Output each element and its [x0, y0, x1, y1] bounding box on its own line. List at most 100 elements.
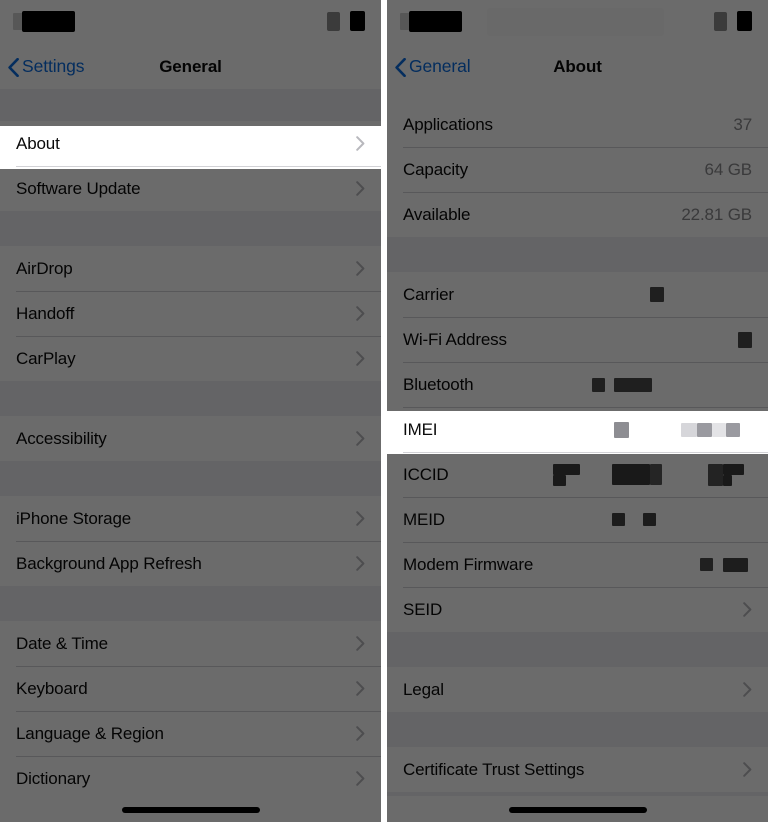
section-gap [0, 461, 381, 496]
status-bar-time-redacted [409, 11, 462, 32]
status-bar-indicators [327, 11, 365, 31]
list-item-label: Photos [403, 89, 455, 90]
list-item-label: Modem Firmware [403, 554, 534, 574]
row-accessory [350, 136, 365, 151]
list-item-label: Language & Region [16, 723, 164, 743]
list-item-carrier[interactable]: Carrier [387, 272, 768, 317]
list-item-airdrop[interactable]: AirDrop [0, 246, 381, 291]
list-item-label: Date & Time [16, 633, 108, 653]
back-button-general[interactable]: General [395, 45, 471, 89]
list-item-seid[interactable]: SEID [387, 587, 768, 632]
list-item-label: Wi-Fi Address [403, 329, 507, 349]
list-item-label: Applications [403, 114, 493, 134]
redaction-block [738, 331, 752, 348]
list-item-applications[interactable]: Applications 37 [387, 102, 768, 147]
chevron-right-icon [356, 681, 365, 696]
about-group-2: Carrier Wi-Fi Address Bluetooth IMEI ICC… [387, 272, 768, 632]
redaction-block [614, 421, 629, 438]
list-item-background-app-refresh[interactable]: Background App Refresh [0, 541, 381, 586]
redacted-value-modem-firmware [700, 557, 748, 572]
battery-icon [350, 11, 365, 31]
panel-divider [381, 0, 387, 822]
redaction-block [650, 463, 662, 485]
back-button-settings[interactable]: Settings [8, 45, 85, 89]
list-item-handoff[interactable]: Handoff [0, 291, 381, 336]
list-item-modem-firmware[interactable]: Modem Firmware [387, 542, 768, 587]
signal-icon [714, 11, 727, 31]
chevron-right-icon [356, 556, 365, 571]
settings-group-4: iPhone Storage Background App Refresh [0, 496, 381, 586]
list-item-photos[interactable]: Photos 3,228 [387, 89, 768, 102]
settings-group-3: Accessibility [0, 416, 381, 461]
chevron-right-icon [356, 726, 365, 741]
list-item-iccid[interactable]: ICCID [387, 452, 768, 497]
chevron-right-icon [743, 762, 752, 777]
chevron-right-icon [356, 351, 365, 366]
about-group-4: Certificate Trust Settings [387, 747, 768, 792]
redacted-value-iccid [553, 463, 744, 486]
list-item-imei[interactable]: IMEI [387, 407, 768, 452]
left-status-bar [0, 0, 381, 45]
home-indicator[interactable] [508, 807, 647, 813]
list-item-value: 64 GB [704, 159, 753, 179]
signal-icon [327, 11, 340, 31]
settings-group-2: AirDrop Handoff CarPlay [0, 246, 381, 381]
row-accessory [737, 602, 752, 617]
list-item-label: Handoff [16, 303, 75, 323]
list-item-bluetooth[interactable]: Bluetooth [387, 362, 768, 407]
list-item-label: Accessibility [16, 428, 107, 448]
left-settings-list[interactable]: About Software Update AirDrop Handoff Ca… [0, 89, 381, 796]
row-accessory [350, 511, 365, 526]
list-item-label: ICCID [403, 464, 449, 484]
section-gap [387, 632, 768, 667]
list-item-certificate-trust-settings[interactable]: Certificate Trust Settings [387, 747, 768, 792]
list-item-accessibility[interactable]: Accessibility [0, 416, 381, 461]
list-item-iphone-storage[interactable]: iPhone Storage [0, 496, 381, 541]
list-item-label: iPhone Storage [16, 508, 132, 528]
about-group-1: Applications 37 Capacity 64 GB Available [387, 102, 768, 237]
redacted-value-imei [614, 421, 740, 438]
chevron-right-icon [356, 771, 365, 786]
chevron-left-icon [395, 57, 406, 77]
list-item-language-region[interactable]: Language & Region [0, 711, 381, 756]
list-item-keyboard[interactable]: Keyboard [0, 666, 381, 711]
redaction-block [700, 558, 713, 571]
list-item-software-update[interactable]: Software Update [0, 166, 381, 211]
list-item-wifi-address[interactable]: Wi-Fi Address [387, 317, 768, 362]
chevron-right-icon [356, 306, 365, 321]
list-item-label: About [16, 133, 60, 153]
list-item-label: Carrier [403, 284, 454, 304]
right-about-list[interactable]: Photos 3,228 Applications 37 Capa [387, 89, 768, 796]
redaction-block [726, 422, 740, 437]
redaction-block [708, 463, 744, 486]
list-item-carplay[interactable]: CarPlay [0, 336, 381, 381]
list-item-label: Software Update [16, 178, 141, 198]
redaction-block [697, 422, 712, 437]
list-item-legal[interactable]: Legal [387, 667, 768, 712]
section-gap [0, 586, 381, 621]
list-item-about[interactable]: About [0, 121, 381, 166]
section-gap [387, 712, 768, 747]
chevron-right-icon [356, 136, 365, 151]
redacted-value-bluetooth [592, 377, 652, 392]
right-screen: General About Photos 3,228 Applic [387, 0, 768, 822]
right-phone-screenshot: General About Photos 3,228 Applic [387, 0, 768, 822]
redaction-block [650, 287, 664, 302]
chevron-right-icon [743, 602, 752, 617]
redaction-block [553, 463, 580, 486]
back-button-label: Settings [22, 56, 85, 77]
list-item-available[interactable]: Available 22.81 GB [387, 192, 768, 237]
row-accessory: 37 [733, 115, 752, 135]
list-item-meid[interactable]: MEID [387, 497, 768, 542]
list-item-date-time[interactable]: Date & Time [0, 621, 381, 666]
list-item-capacity[interactable]: Capacity 64 GB [387, 147, 768, 192]
status-bar-indicators [714, 11, 752, 31]
redaction-block [592, 377, 605, 392]
home-indicator[interactable] [121, 807, 260, 813]
section-gap [0, 381, 381, 416]
row-accessory [737, 682, 752, 697]
list-item-dictionary[interactable]: Dictionary [0, 756, 381, 796]
list-item-value: 3,228 [710, 89, 752, 90]
chevron-right-icon [356, 636, 365, 651]
list-item-label: AirDrop [16, 258, 73, 278]
